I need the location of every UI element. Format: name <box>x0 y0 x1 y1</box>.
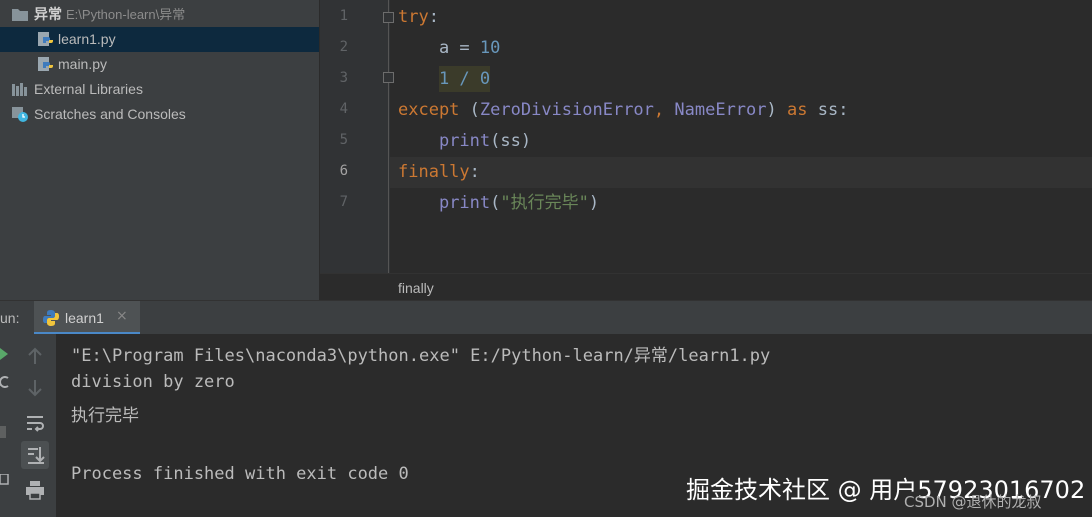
line-number: 3 <box>339 70 348 86</box>
tree-item-path: E:\Python-learn\异常 <box>66 7 186 22</box>
console-line-exit: Process finished with exit code 0 <box>71 464 409 484</box>
fold-open-icon[interactable] <box>383 12 394 23</box>
code-line-2[interactable]: a = 10 <box>398 33 500 64</box>
tree-item-label: main.py <box>58 56 108 72</box>
line-number: 2 <box>339 39 348 55</box>
python-icon <box>43 310 59 326</box>
code-line-5[interactable]: print(ss) <box>398 126 531 157</box>
pin-icon[interactable] <box>0 474 10 486</box>
close-icon[interactable]: × <box>116 308 128 324</box>
console-line-command: "E:\Program Files\naconda3\python.exe" E… <box>71 346 771 366</box>
console-toolbar <box>14 334 56 517</box>
run-actions-toolbar <box>0 334 14 517</box>
line-number: 1 <box>339 8 348 24</box>
line-number: 7 <box>339 194 348 210</box>
run-label: un: <box>0 310 20 326</box>
console-line: division by zero <box>71 372 235 392</box>
tree-item-main[interactable]: main.py <box>0 52 319 77</box>
run-tab-learn1[interactable]: learn1 × <box>34 301 140 335</box>
breadcrumb[interactable]: finally <box>320 273 1092 300</box>
console-line: 执行完毕 <box>71 406 139 426</box>
scroll-to-end-icon <box>28 447 45 464</box>
tree-item-external-libraries[interactable]: External Libraries <box>0 77 319 102</box>
python-file-icon <box>38 57 53 71</box>
fold-guide <box>388 0 389 273</box>
run-tab-label: learn1 <box>65 310 104 326</box>
editor-gutter: 1 2 3 4 5 6 7 <box>320 0 390 273</box>
warning-highlight: 1 / 0 <box>438 66 491 92</box>
print-icon[interactable] <box>21 476 49 504</box>
libraries-icon <box>12 83 27 96</box>
tree-item-learn1[interactable]: learn1.py <box>0 27 319 52</box>
tree-item-scratches[interactable]: Scratches and Consoles <box>0 102 319 127</box>
stop-icon[interactable] <box>0 426 8 438</box>
folder-icon <box>12 9 28 21</box>
up-arrow-icon[interactable] <box>21 342 49 370</box>
code-line-3[interactable]: 1 / 0 <box>398 64 491 95</box>
code-line-1[interactable]: try: <box>398 2 439 33</box>
tree-item-folder[interactable]: 异常 E:\Python-learn\异常 <box>0 2 319 27</box>
scroll-to-end-button[interactable] <box>21 441 49 469</box>
down-arrow-icon[interactable] <box>21 374 49 402</box>
code-line-7[interactable]: print("执行完毕") <box>398 188 599 219</box>
fold-close-icon[interactable] <box>383 72 394 83</box>
line-number-active: 6 <box>339 163 348 179</box>
line-number: 5 <box>339 132 348 148</box>
watermark-csdn: CSDN @退休的龙叔 <box>904 493 1042 511</box>
project-tool-window: 异常 E:\Python-learn\异常 learn1.py main.py E… <box>0 0 319 300</box>
breadcrumb-item[interactable]: finally <box>398 280 434 296</box>
tree-item-label: Scratches and Consoles <box>34 106 186 122</box>
rerun-failed-icon[interactable] <box>0 376 10 388</box>
tree-item-label: External Libraries <box>34 81 143 97</box>
run-tool-window-header: un: learn1 × <box>0 300 1092 335</box>
line-number: 4 <box>339 101 348 117</box>
python-file-icon <box>38 32 53 46</box>
code-editor[interactable]: 1 2 3 4 5 6 7 try: a = 10 1 / 0 except (… <box>320 0 1092 300</box>
tree-item-label: 异常 <box>34 6 62 22</box>
scratches-icon <box>12 107 28 122</box>
code-line-6[interactable]: finally: <box>398 157 480 188</box>
soft-wrap-icon[interactable] <box>21 408 49 436</box>
code-line-4[interactable]: except (ZeroDivisionError, NameError) as… <box>398 95 848 126</box>
rerun-icon[interactable] <box>0 348 10 360</box>
tree-item-label: learn1.py <box>58 31 116 47</box>
